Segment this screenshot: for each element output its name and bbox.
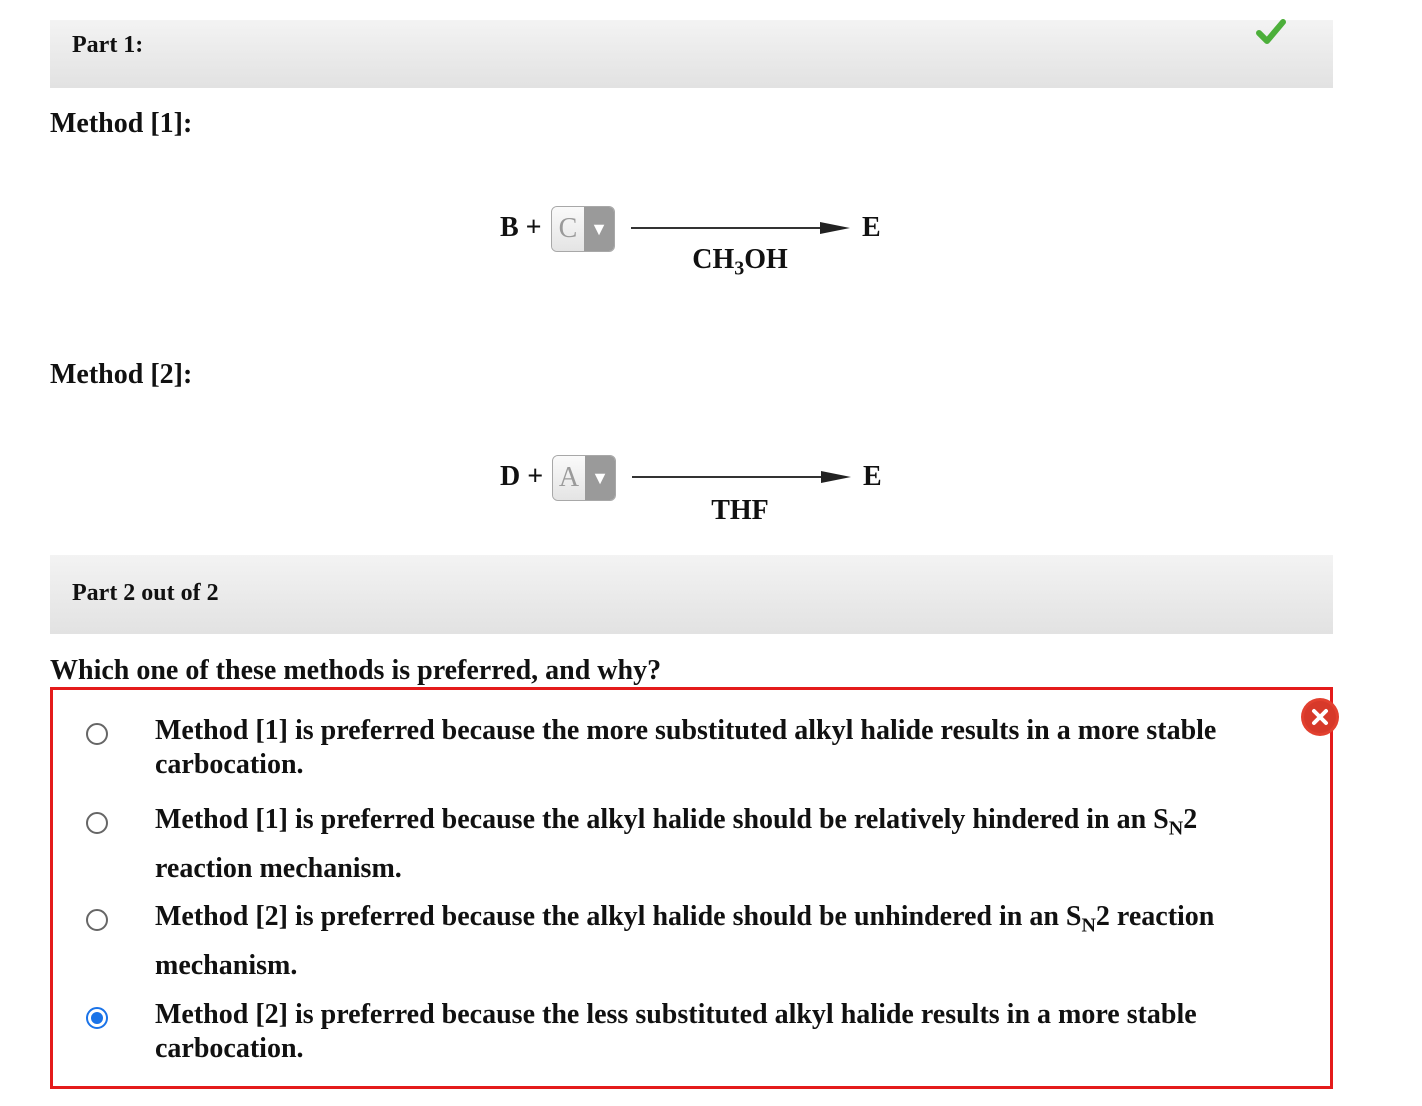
dropdown-arrow-icon: ▼	[584, 207, 614, 251]
method2-reactant: D +	[500, 461, 544, 492]
method1-solvent-pre: CH	[692, 244, 735, 275]
method1-reagent-select[interactable]: C ▼	[551, 206, 615, 252]
method2-label: Method [2]:	[50, 359, 193, 390]
part1-header: Part 1:	[50, 20, 1333, 88]
part2-header: Part 2 out of 2	[50, 555, 1333, 634]
answer-options-box: Method [1] is preferred because the more…	[50, 687, 1333, 1089]
option-2-pre: Method [1] is preferred because the alky…	[155, 804, 1169, 835]
method2-reagent-select[interactable]: A ▼	[552, 455, 616, 501]
radio-button-4-selected[interactable]	[86, 1007, 108, 1029]
reaction-arrow-icon	[632, 471, 851, 483]
option-2-text: Method [1] is preferred because the alky…	[155, 800, 1255, 889]
method1-product: E	[862, 212, 881, 243]
incorrect-x-icon	[1301, 698, 1339, 736]
method1-solvent-post: OH	[744, 244, 788, 275]
reaction-arrow-icon	[631, 222, 850, 234]
method1-select-value: C	[552, 207, 584, 251]
method1-solvent-sub: 3	[734, 257, 745, 280]
option-3-sub: N	[1081, 914, 1096, 937]
part1-title: Part 1:	[72, 32, 144, 58]
method1-reactant: B +	[500, 212, 542, 243]
radio-button-3[interactable]	[86, 909, 108, 931]
check-icon	[1256, 19, 1286, 44]
option-1-text: Method [1] is preferred because the more…	[155, 715, 1217, 780]
method2-product: E	[863, 461, 882, 492]
option-2-sub: N	[1168, 817, 1184, 840]
method1-label: Method [1]:	[50, 108, 193, 139]
radio-button-2[interactable]	[86, 812, 108, 834]
option-3-pre: Method [2] is preferred because the alky…	[155, 901, 1082, 932]
radio-button-1[interactable]	[86, 723, 108, 745]
method1-solvent: CH3OH	[640, 244, 840, 281]
option-4-text: Method [2] is preferred because the less…	[155, 999, 1197, 1064]
method2-select-value: A	[553, 456, 585, 500]
method2-solvent: THF	[711, 495, 769, 526]
part2-title: Part 2 out of 2	[72, 580, 219, 606]
option-3-text: Method [2] is preferred because the alky…	[155, 897, 1255, 986]
question-text: Which one of these methods is preferred,…	[50, 655, 662, 686]
dropdown-arrow-icon: ▼	[585, 456, 615, 500]
